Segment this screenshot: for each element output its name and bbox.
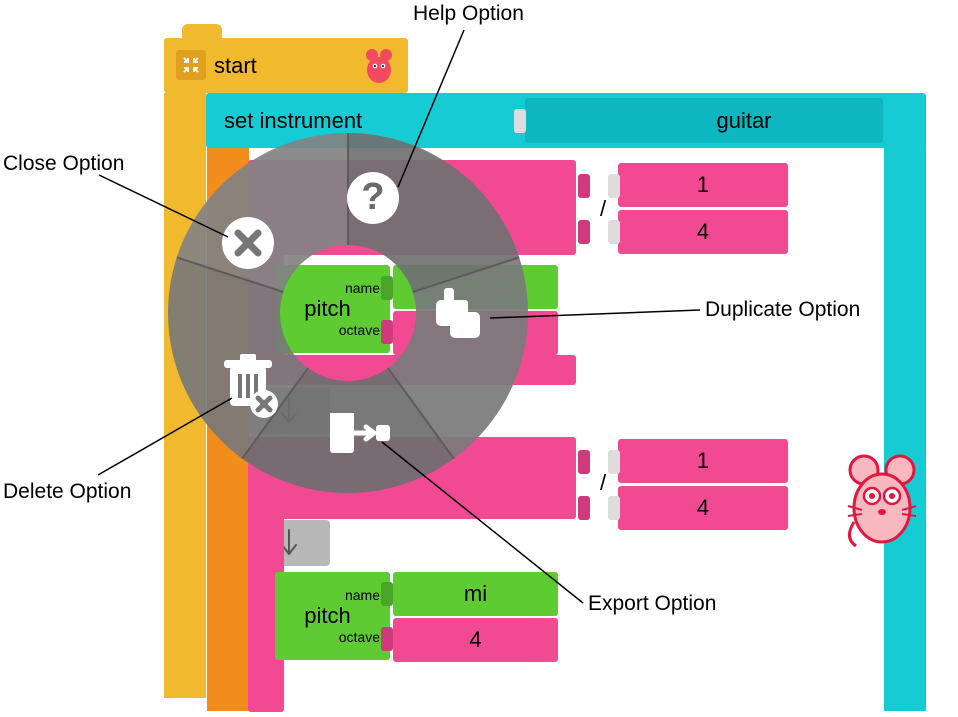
pitch-octave-label: octave	[339, 629, 380, 645]
mouse-icon	[362, 46, 396, 92]
connector	[578, 496, 590, 520]
connector	[578, 174, 590, 198]
pitch-name-label: name	[345, 587, 380, 603]
pie-menu: ?	[163, 128, 533, 498]
instrument-value-slot[interactable]: guitar	[525, 98, 883, 143]
svg-text:?: ?	[361, 176, 384, 218]
canvas: start set instrument guitar	[0, 0, 958, 717]
pitch-block-2[interactable]: name pitch octave	[275, 572, 390, 660]
fraction-1-num[interactable]: 1	[618, 163, 788, 207]
pitch-label: pitch	[304, 603, 350, 629]
pitch-2-octave-slot[interactable]: 4	[393, 618, 558, 662]
instrument-value: guitar	[716, 108, 771, 134]
connector	[578, 220, 590, 244]
start-block-label: start	[214, 53, 257, 79]
collapse-icon[interactable]	[176, 50, 206, 80]
help-annotation: Help Option	[413, 2, 524, 26]
export-annotation: Export Option	[588, 592, 716, 616]
connector	[608, 174, 620, 198]
delete-annotation: Delete Option	[3, 480, 131, 504]
connector	[608, 220, 620, 244]
mouse-character[interactable]	[842, 450, 912, 540]
fraction-1-den[interactable]: 4	[618, 210, 788, 254]
fraction-1-slash: /	[600, 196, 606, 222]
connector	[381, 582, 393, 606]
fraction-2-num[interactable]: 1	[618, 439, 788, 483]
instrument-column	[884, 146, 926, 711]
help-option[interactable]: ?	[347, 172, 399, 224]
fraction-2-slash: /	[600, 470, 606, 496]
pitch-2-name-slot[interactable]: mi	[393, 572, 558, 616]
connector	[578, 450, 590, 474]
close-annotation: Close Option	[3, 152, 124, 176]
connector	[608, 496, 620, 520]
duplicate-annotation: Duplicate Option	[705, 298, 860, 322]
fraction-2-den[interactable]: 4	[618, 486, 788, 530]
close-option[interactable]	[222, 217, 274, 269]
connector	[381, 627, 393, 651]
start-block-tab	[182, 24, 222, 38]
connector	[608, 450, 620, 474]
